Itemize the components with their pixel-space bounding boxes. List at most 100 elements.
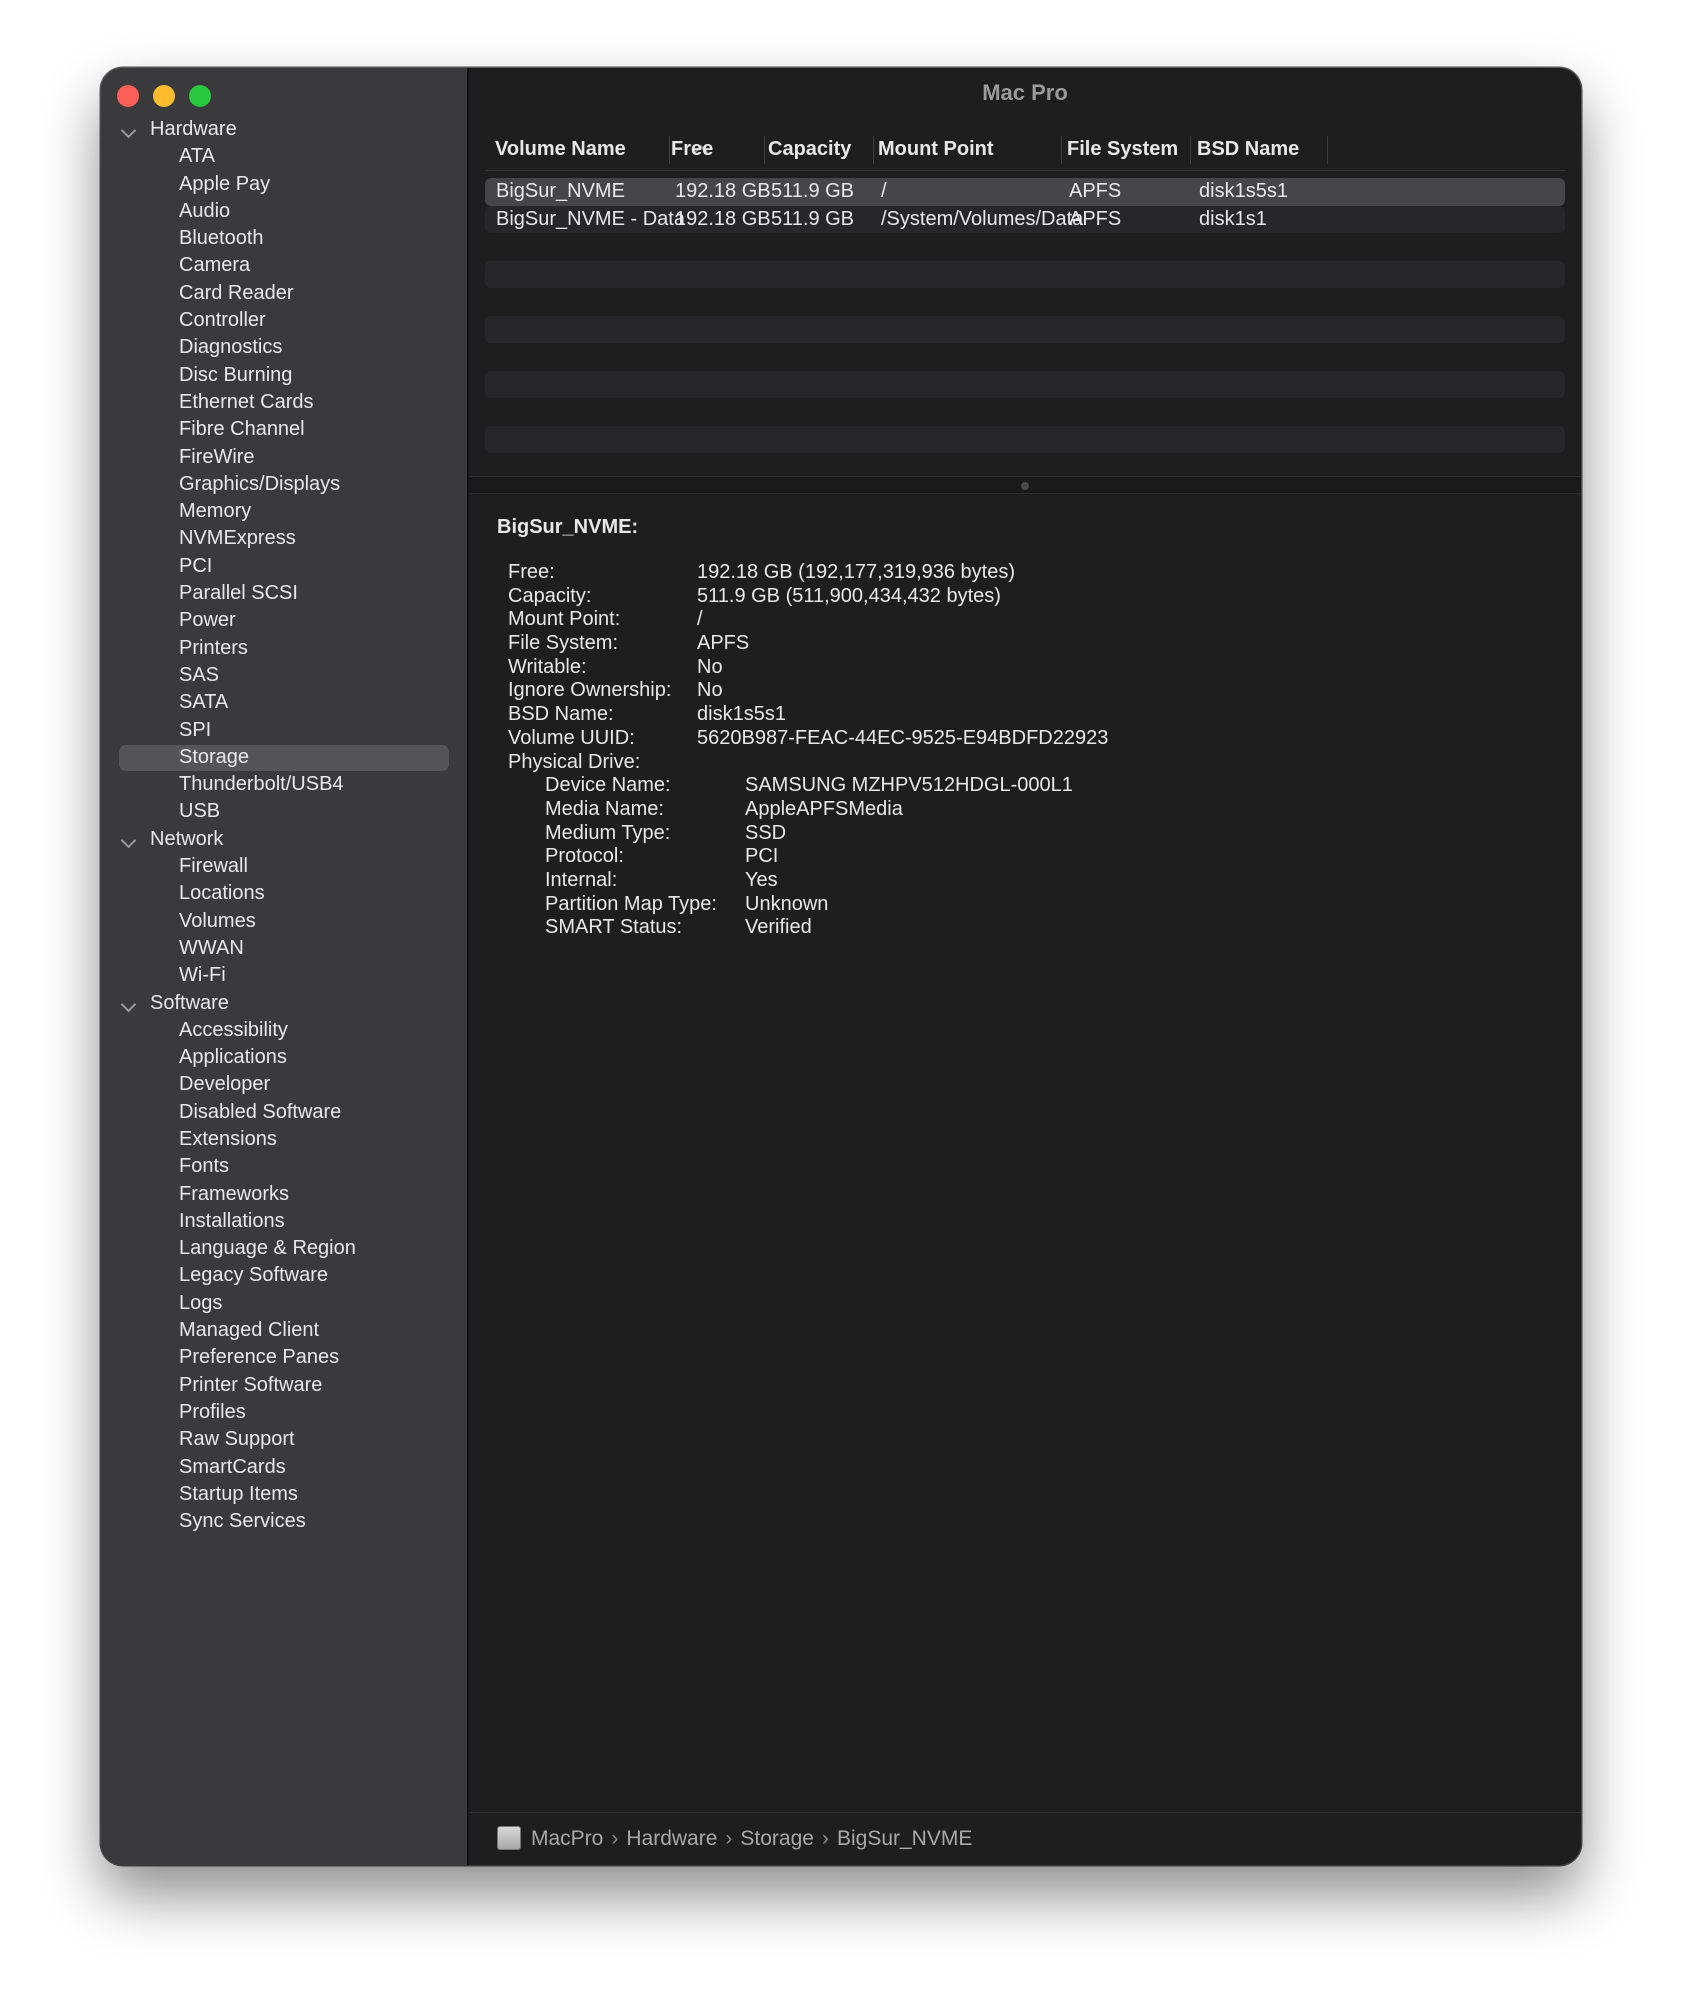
detail-value: Verified [745, 916, 812, 939]
sidebar-item-parallel-scsi[interactable]: Parallel SCSI [101, 580, 467, 607]
sidebar-item-managed-client[interactable]: Managed Client [101, 1317, 467, 1344]
sidebar-item-language-region[interactable]: Language & Region [101, 1235, 467, 1262]
chevron-down-icon[interactable] [120, 122, 137, 139]
sidebar-item-label: Diagnostics [179, 336, 283, 359]
cell-volume-name: BigSur_NVME [496, 180, 625, 202]
breadcrumb-item[interactable]: Hardware [626, 1827, 717, 1850]
cell-mount-point: /System/Volumes/Data [881, 207, 1084, 230]
detail-fields: Free: 192.18 GB (192,177,319,936 bytes) Ca… [497, 561, 1553, 940]
sidebar-item-thunderbolt-usb4[interactable]: Thunderbolt/USB4 [101, 771, 467, 798]
sidebar-item-legacy-software[interactable]: Legacy Software [101, 1262, 467, 1289]
breadcrumb-item[interactable]: MacPro [531, 1827, 603, 1850]
sidebar-item-applications[interactable]: Applications [101, 1044, 467, 1071]
table-row[interactable]: BigSur_NVME - Data 192.18 GB 511.9 GB /S… [485, 205, 1565, 233]
sidebar-item-fonts[interactable]: Fonts [101, 1153, 467, 1180]
sidebar-item-controller[interactable]: Controller [101, 307, 467, 334]
column-header-free[interactable]: Free [661, 128, 756, 170]
sidebar-item-accessibility[interactable]: Accessibility [101, 1017, 467, 1044]
sidebar-item-developer[interactable]: Developer [101, 1071, 467, 1098]
physical-drive-row: Medium Type: SSD [497, 822, 1553, 846]
column-header-mount-point[interactable]: Mount Point [868, 128, 1058, 170]
sidebar-item-fibre-channel[interactable]: Fibre Channel [101, 416, 467, 443]
sidebar-item-volumes[interactable]: Volumes [101, 908, 467, 935]
sidebar-item-label: Memory [179, 500, 252, 523]
sidebar-item-installations[interactable]: Installations [101, 1208, 467, 1235]
divider-grip-icon[interactable] [1021, 482, 1029, 490]
sidebar-item-wi-fi[interactable]: Wi-Fi [101, 962, 467, 989]
sidebar-item-memory[interactable]: Memory [101, 498, 467, 525]
sidebar-item-extensions[interactable]: Extensions [101, 1126, 467, 1153]
breadcrumb-item[interactable]: BigSur_NVME [837, 1827, 972, 1850]
sidebar-item-diagnostics[interactable]: Diagnostics [101, 334, 467, 361]
sidebar-group-hardware[interactable]: Hardware [101, 116, 467, 143]
detail-value: SSD [745, 821, 787, 844]
close-button[interactable] [117, 85, 139, 107]
sidebar-item-wwan[interactable]: WWAN [101, 935, 467, 962]
sidebar-item-spi[interactable]: SPI [101, 717, 467, 744]
sidebar-item-raw-support[interactable]: Raw Support [101, 1426, 467, 1453]
physical-drive-row: Protocol: PCI [497, 845, 1553, 869]
chevron-right-icon: › [611, 1827, 619, 1850]
chevron-down-icon[interactable] [120, 996, 137, 1012]
sidebar-item-storage[interactable]: Storage [101, 744, 467, 772]
sidebar-item-nvmexpress[interactable]: NVMExpress [101, 525, 467, 552]
table-row[interactable]: BigSur_NVME 192.18 GB 511.9 GB / APFS di… [485, 178, 1565, 206]
empty-row [485, 288, 1565, 316]
detail-value: disk1s5s1 [697, 703, 786, 726]
sidebar-item-graphics-displays[interactable]: Graphics/Displays [101, 471, 467, 498]
column-header-volume-name[interactable]: Volume Name [485, 128, 667, 170]
sidebar-item-label: Developer [179, 1073, 271, 1096]
sidebar-item-disc-burning[interactable]: Disc Burning [101, 362, 467, 389]
sidebar-item-frameworks[interactable]: Frameworks [101, 1181, 467, 1208]
sidebar-item-power[interactable]: Power [101, 607, 467, 634]
sidebar-item-printers[interactable]: Printers [101, 635, 467, 662]
sidebar-item-label: Extensions [179, 1127, 277, 1150]
zoom-button[interactable] [189, 85, 211, 107]
sidebar-item-profiles[interactable]: Profiles [101, 1399, 467, 1426]
sidebar-item-label: Disabled Software [179, 1100, 342, 1123]
detail-key: Partition Map Type: [545, 892, 717, 915]
sidebar-item-sas[interactable]: SAS [101, 662, 467, 689]
sidebar-item-label: Startup Items [179, 1482, 298, 1505]
sidebar-item-smartcards[interactable]: SmartCards [101, 1454, 467, 1481]
sidebar-item-preference-panes[interactable]: Preference Panes [101, 1344, 467, 1371]
breadcrumb-item[interactable]: Storage [740, 1827, 814, 1850]
column-header-file-system[interactable]: File System [1057, 128, 1187, 170]
sidebar-item-bluetooth[interactable]: Bluetooth [101, 225, 467, 252]
sidebar-item-label: ATA [179, 145, 215, 168]
sidebar-item-audio[interactable]: Audio [101, 198, 467, 225]
sidebar-item-logs[interactable]: Logs [101, 1290, 467, 1317]
split-view-divider[interactable] [469, 476, 1581, 494]
empty-row [485, 260, 1565, 288]
physical-drive-row: SMART Status: Verified [497, 916, 1553, 940]
sidebar-item-label: PCI [179, 554, 213, 577]
table-header: Volume Name Free Capacity Mount Point Fi… [485, 128, 1565, 171]
sidebar-item-disabled-software[interactable]: Disabled Software [101, 1099, 467, 1126]
sidebar-item-usb[interactable]: USB [101, 798, 467, 825]
sidebar-item-printer-software[interactable]: Printer Software [101, 1372, 467, 1399]
sidebar-item-apple-pay[interactable]: Apple Pay [101, 171, 467, 198]
empty-row [485, 398, 1565, 426]
chevron-right-icon: › [821, 1827, 829, 1850]
sidebar-item-ethernet-cards[interactable]: Ethernet Cards [101, 389, 467, 416]
sidebar-group-network[interactable]: Network [101, 826, 467, 853]
sidebar-group-software[interactable]: Software [101, 990, 467, 1017]
minimize-button[interactable] [153, 85, 175, 107]
sidebar-item-startup-items[interactable]: Startup Items [101, 1481, 467, 1508]
sidebar-item-sata[interactable]: SATA [101, 689, 467, 716]
sidebar-item-label: Card Reader [179, 281, 294, 304]
column-header-capacity[interactable]: Capacity [758, 128, 868, 170]
column-separator[interactable] [1327, 136, 1328, 164]
sidebar-item-firewall[interactable]: Firewall [101, 853, 467, 880]
sidebar-item-locations[interactable]: Locations [101, 880, 467, 907]
sidebar-item-firewire[interactable]: FireWire [101, 444, 467, 471]
sidebar-item-camera[interactable]: Camera [101, 252, 467, 279]
sidebar-item-ata[interactable]: ATA [101, 143, 467, 170]
system-information-window: Hardware ATA Apple Pay Audio Bluetooth Camera… [101, 68, 1581, 1865]
chevron-down-icon[interactable] [120, 832, 137, 848]
sidebar-item-sync-services[interactable]: Sync Services [101, 1508, 467, 1535]
cell-free: 192.18 GB [675, 180, 771, 202]
sidebar-item-pci[interactable]: PCI [101, 553, 467, 580]
sidebar-item-card-reader[interactable]: Card Reader [101, 280, 467, 307]
column-header-bsd-name[interactable]: BSD Name [1187, 128, 1327, 170]
